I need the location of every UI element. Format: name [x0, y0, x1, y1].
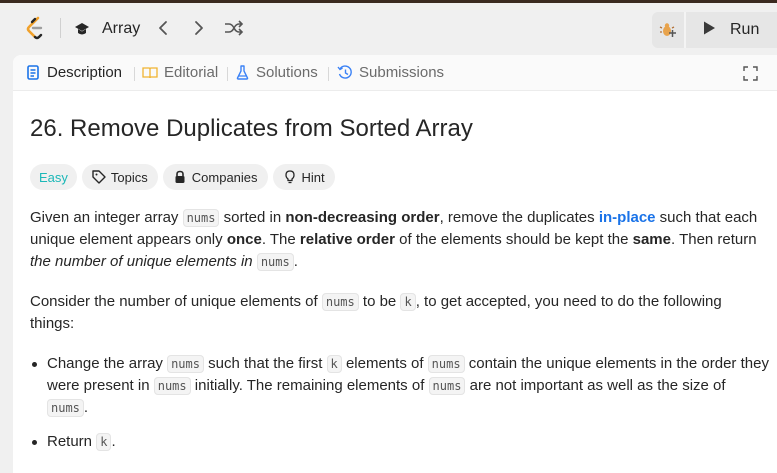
inline-code: nums: [153, 377, 191, 395]
in-place-link[interactable]: in-place: [599, 209, 656, 226]
inline-code: nums: [321, 293, 359, 311]
inline-code: nums: [167, 355, 204, 373]
tab-submissions-label: Submissions: [359, 64, 445, 81]
description-paragraph-2: Consider the number of unique elements o…: [30, 293, 722, 332]
hint-tag[interactable]: Hint: [272, 164, 335, 190]
tab-editorial[interactable]: Editorial: [142, 64, 218, 81]
description-panel: Description Editorial Solutions Submissi…: [13, 55, 777, 473]
play-icon: [702, 20, 716, 41]
description-paragraph-1: Given an integer array nums sorted in no…: [30, 209, 758, 271]
book-icon: [142, 65, 158, 81]
problem-list-nav[interactable]: Array: [74, 17, 140, 41]
tab-description-label: Description: [47, 64, 123, 81]
inline-code: k: [326, 355, 342, 373]
debug-icon[interactable]: [652, 12, 686, 48]
requirements-list: Change the array nums such that the firs…: [30, 353, 770, 453]
topics-label: Topics: [110, 169, 148, 185]
bold-text: non-decreasing order: [285, 209, 440, 226]
tab-divider: [227, 67, 228, 81]
problem-list-title: Array: [102, 20, 141, 37]
tab-divider: [328, 67, 329, 81]
list-item: Change the array nums such that the firs…: [30, 353, 770, 419]
document-icon: [27, 65, 41, 81]
inline-code: nums: [428, 377, 466, 395]
difficulty-badge: Easy: [30, 164, 77, 190]
inline-code: nums: [256, 253, 294, 271]
lightbulb-icon: [283, 170, 297, 184]
tab-divider: [134, 67, 135, 81]
logo-icon[interactable]: [24, 16, 46, 40]
problem-tags: Easy Topics Companies Hint: [30, 164, 340, 190]
lock-icon: [173, 170, 187, 184]
flask-icon: [236, 65, 250, 81]
inline-code: nums: [47, 399, 84, 417]
chevron-left-icon[interactable]: [153, 18, 173, 38]
bold-text: relative order: [299, 231, 395, 248]
chevron-right-icon[interactable]: [189, 18, 209, 38]
hint-label: Hint: [301, 169, 325, 185]
tab-solutions-label: Solutions: [256, 64, 318, 81]
tab-submissions[interactable]: Submissions: [337, 64, 444, 81]
tab-editorial-label: Editorial: [164, 64, 219, 81]
problem-title[interactable]: 26. Remove Duplicates from Sorted Array: [30, 115, 473, 143]
italic-text: the number of unique elements in: [30, 253, 257, 270]
shuffle-icon[interactable]: [224, 18, 244, 38]
tag-icon: [92, 170, 106, 184]
topics-tag[interactable]: Topics: [81, 164, 158, 190]
tab-solutions[interactable]: Solutions: [236, 64, 318, 81]
history-icon: [337, 65, 353, 81]
graduation-cap-icon: [74, 21, 90, 37]
list-item: Return k.: [30, 431, 770, 453]
inline-code: k: [400, 293, 416, 311]
tab-description[interactable]: Description: [27, 64, 122, 81]
inline-code: k: [96, 433, 112, 451]
inline-code: nums: [427, 355, 465, 373]
top-navbar: Array Run: [0, 3, 777, 53]
expand-icon[interactable]: [743, 66, 758, 81]
bold-text: same: [632, 231, 671, 248]
companies-label: Companies: [191, 169, 258, 185]
run-toolbar: Run: [652, 12, 777, 48]
inline-code: nums: [182, 209, 220, 227]
header-divider: [60, 18, 61, 38]
companies-tag[interactable]: Companies: [162, 164, 268, 190]
run-button[interactable]: Run: [686, 12, 759, 48]
run-label: Run: [730, 21, 760, 38]
panel-tab-bar: Description Editorial Solutions Submissi…: [13, 55, 777, 91]
bold-text: once: [226, 231, 262, 248]
